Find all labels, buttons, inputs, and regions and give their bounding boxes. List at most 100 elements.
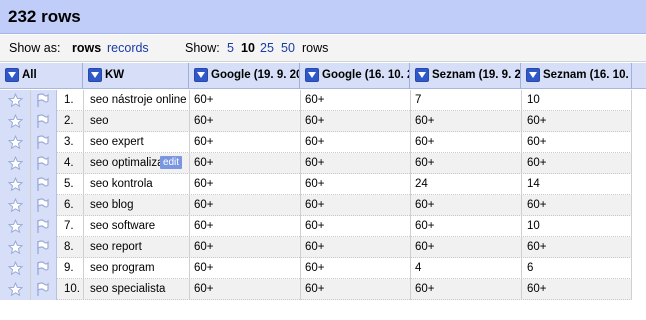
column-divider [521,111,522,132]
row-gutter [0,132,57,153]
column-divider [521,195,522,216]
star-icon[interactable] [7,134,24,153]
seznam-2-cell: 10 [527,94,540,106]
column-divider [83,195,84,216]
row-index: 10. [64,283,80,295]
google-2-column-dropdown-icon[interactable] [305,68,319,82]
seznam-2-cell: 60+ [527,136,547,148]
star-icon[interactable] [7,260,24,279]
google-1-cell: 60+ [194,136,214,148]
table-row: 2. seo 60+ 60+ 60+ 60+ [0,111,632,132]
google-1-cell: 60+ [194,241,214,253]
column-divider [83,237,84,258]
all-menu-dropdown-icon[interactable] [5,68,19,82]
row-index: 5. [64,178,74,190]
column-divider [83,216,84,237]
column-divider [83,132,84,153]
row-gutter [0,90,57,111]
google-1-cell: 60+ [194,199,214,211]
google-2-cell: 60+ [305,199,325,211]
rows-mode-option[interactable]: rows [72,41,101,55]
records-mode-link[interactable]: records [107,41,149,55]
edit-cell-button[interactable]: edit [160,156,182,169]
flag-icon[interactable] [36,114,50,132]
column-divider [83,279,84,300]
seznam-2-cell: 60+ [527,199,547,211]
seznam-1-cell: 60+ [415,157,435,169]
gutter-divider [30,111,31,132]
column-divider [410,216,411,237]
column-divider [521,153,522,174]
seznam-2-cell: 10 [527,220,540,232]
page-size-5-link[interactable]: 5 [227,41,234,55]
column-divider [300,132,301,153]
seznam-1-column-dropdown-icon[interactable] [415,68,429,82]
star-icon[interactable] [7,218,24,237]
column-divider [189,111,190,132]
flag-icon[interactable] [36,240,50,258]
column-divider [189,216,190,237]
google-1-cell: 60+ [194,220,214,232]
star-icon[interactable] [7,113,24,132]
gutter-divider [30,90,31,111]
flag-icon[interactable] [36,135,50,153]
table-row: 4. seo optimaliza edit 60+ 60+ 60+ 60+ [0,153,632,174]
seznam-2-cell: 60+ [527,241,547,253]
table-row: 7. seo software 60+ 60+ 60+ 10 [0,216,632,237]
flag-icon[interactable] [36,219,50,237]
gutter-divider [30,132,31,153]
kw-column-dropdown-icon[interactable] [88,68,102,82]
column-divider [521,174,522,195]
column-divider [410,258,411,279]
column-header-google-1: Google (19. 9. 20 [189,63,300,89]
row-gutter [0,174,57,195]
google-1-column-dropdown-icon[interactable] [194,68,208,82]
flag-icon[interactable] [36,156,50,174]
column-header-seznam-2: Seznam (16. 10. [521,63,632,89]
column-header-all: All [0,63,83,89]
star-icon[interactable] [7,239,24,258]
page-size-25-link[interactable]: 25 [260,41,274,55]
seznam-2-column-dropdown-icon[interactable] [526,68,540,82]
flag-icon[interactable] [36,198,50,216]
column-divider [300,216,301,237]
kw-cell: seo specialista [90,283,166,295]
google-2-cell: 60+ [305,241,325,253]
column-divider [189,279,190,300]
flag-icon[interactable] [36,177,50,195]
seznam-2-cell: 60+ [527,115,547,127]
column-divider [410,153,411,174]
column-divider [300,174,301,195]
column-divider [631,279,632,300]
column-divider [410,174,411,195]
column-divider [521,258,522,279]
rows-suffix: rows [302,41,329,55]
column-divider [83,258,84,279]
column-divider [521,90,522,111]
row-gutter [0,111,57,132]
flag-icon[interactable] [36,93,50,111]
page-size-50-link[interactable]: 50 [281,41,295,55]
star-icon[interactable] [7,176,24,195]
kw-cell: seo expert [90,136,144,148]
google-2-cell: 60+ [305,94,325,106]
gutter-divider [30,153,31,174]
column-header-label: Google (16. 10. 2 [322,69,410,81]
seznam-1-cell: 60+ [415,241,435,253]
row-gutter [0,237,57,258]
seznam-2-cell: 60+ [527,283,547,295]
kw-cell: seo report [90,241,142,253]
show-label: Show: [185,41,220,55]
row-count-title: 232 rows [8,7,81,26]
star-icon[interactable] [7,197,24,216]
star-icon[interactable] [7,281,24,300]
google-1-cell: 60+ [194,262,214,274]
star-icon[interactable] [7,92,24,111]
seznam-2-cell: 60+ [527,157,547,169]
page-size-10-selected[interactable]: 10 [241,41,255,55]
column-header-label: KW [105,69,125,81]
star-icon[interactable] [7,155,24,174]
gutter-divider [30,237,31,258]
flag-icon[interactable] [36,282,50,300]
flag-icon[interactable] [36,261,50,279]
